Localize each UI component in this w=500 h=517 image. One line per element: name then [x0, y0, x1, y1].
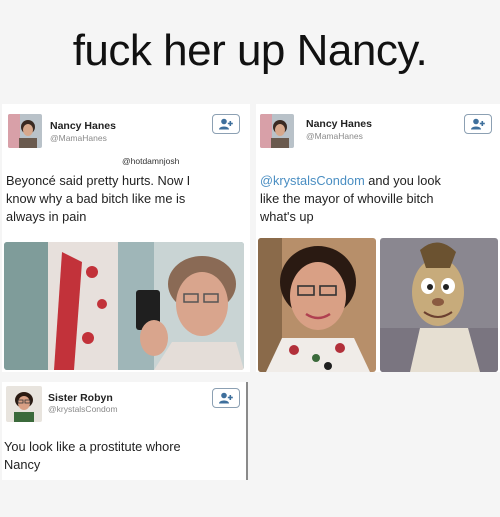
follow-user-icon — [219, 118, 233, 130]
tweet-card-bottom: Sister Robyn @krystalsCondom You look li… — [2, 382, 248, 480]
tweet-card-left: Nancy Hanes @MamaHanes @hotdamnjosh Beyo… — [2, 104, 250, 372]
tweet-text-line: always in pain — [6, 209, 87, 224]
tweet-author-name[interactable]: Nancy Hanes — [306, 118, 372, 130]
avatar[interactable] — [260, 114, 294, 148]
tweet-text-line: like the mayor of whoville bitch — [260, 191, 434, 206]
follow-button[interactable] — [212, 388, 240, 408]
follow-user-icon — [219, 392, 233, 404]
tweet-text: Beyoncé said pretty hurts. Now I know wh… — [6, 172, 190, 226]
mention-link[interactable]: @krystalsCondom — [260, 173, 365, 188]
follow-button[interactable] — [212, 114, 240, 134]
follow-button[interactable] — [464, 114, 492, 134]
tweet-text-line: Nancy — [4, 457, 41, 472]
tweet-text: @krystalsCondom and you look like the ma… — [260, 172, 441, 226]
reply-to-handle[interactable]: @hotdamnjosh — [122, 156, 179, 166]
tweet-text-line: know why a bad bitch like me is — [6, 191, 186, 206]
tweet-card-right: Nancy Hanes @MamaHanes @krystalsCondom a… — [256, 104, 500, 372]
tweet-photo-portrait[interactable] — [258, 238, 376, 372]
tweet-text: You look like a prostitute whore Nancy — [4, 438, 181, 474]
tweet-author-name[interactable]: Sister Robyn — [48, 392, 113, 404]
follow-user-icon — [471, 118, 485, 130]
tweet-text-line: You look like a prostitute whore — [4, 439, 181, 454]
tweet-author-handle[interactable]: @MamaHanes — [50, 133, 107, 143]
tweet-photo-mayor[interactable] — [380, 238, 498, 372]
tweet-text-rest: and you look — [364, 173, 441, 188]
tweet-text-line: what's up — [260, 209, 314, 224]
tweet-author-handle[interactable]: @krystalsCondom — [48, 404, 118, 414]
tweet-author-name[interactable]: Nancy Hanes — [50, 120, 116, 132]
tweet-author-handle[interactable]: @MamaHanes — [306, 131, 363, 141]
avatar[interactable] — [8, 114, 42, 148]
headline: fuck her up Nancy. — [72, 26, 428, 75]
tweet-photo-selfie[interactable] — [4, 242, 244, 370]
avatar[interactable] — [6, 386, 42, 422]
tweet-text-line-0: @krystalsCondom and you look — [260, 172, 441, 190]
tweet-text-line: Beyoncé said pretty hurts. Now I — [6, 173, 191, 188]
